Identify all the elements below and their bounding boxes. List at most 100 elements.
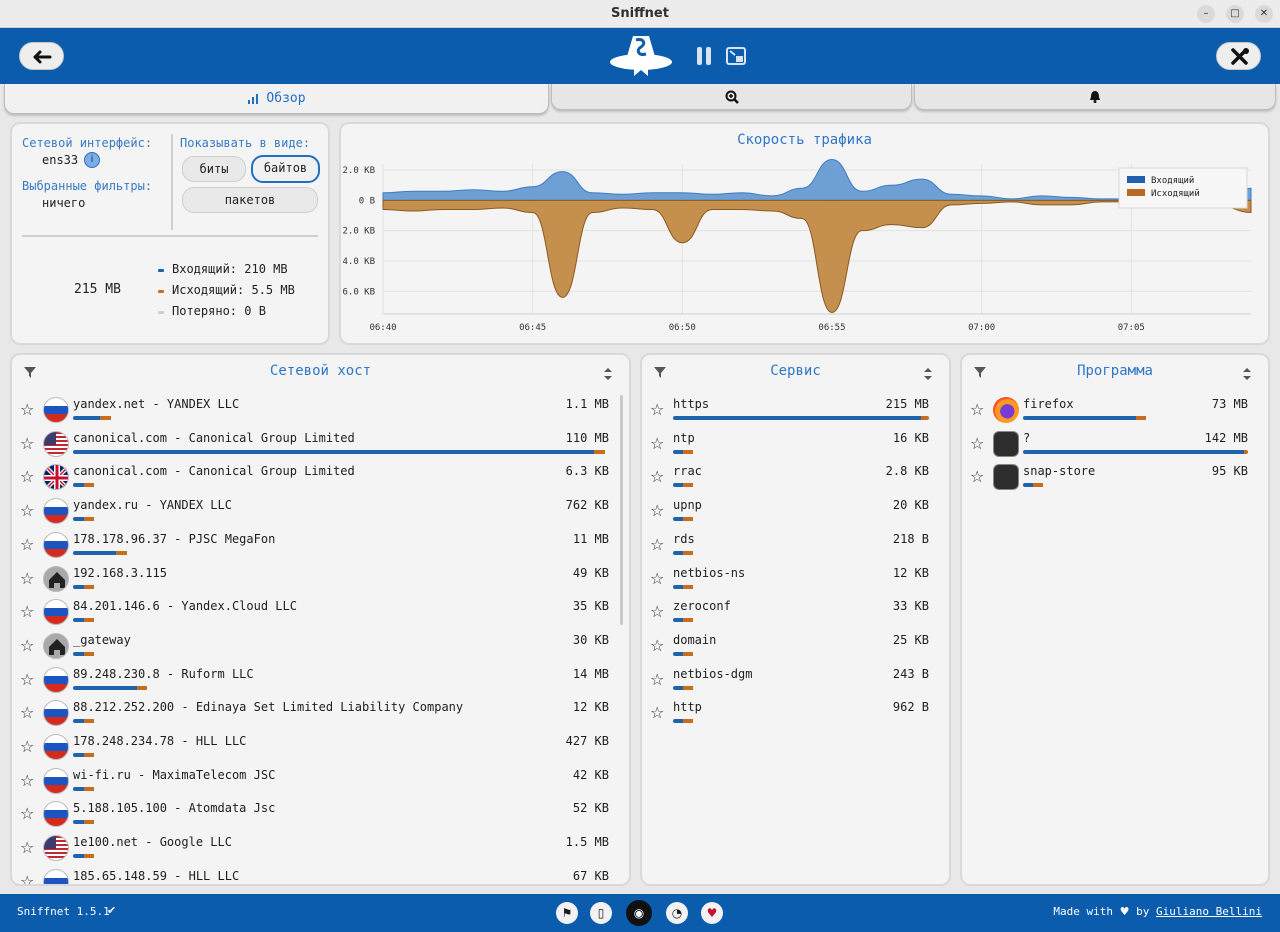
app-row[interactable]: ☆ snap-store 95 KB xyxy=(962,460,1268,493)
info-icon[interactable]: i xyxy=(84,152,100,168)
service-row[interactable]: ☆ rrac 2.8 KB xyxy=(642,460,949,493)
minimize-button[interactable]: – xyxy=(1197,5,1215,23)
host-row[interactable]: ☆ 1e100.net - Google LLC 1.5 MB xyxy=(12,831,629,864)
favorite-star-icon[interactable]: ☆ xyxy=(650,569,664,588)
favorite-star-icon[interactable]: ☆ xyxy=(650,535,664,554)
host-row[interactable]: ☆ 84.201.146.6 - Yandex.Cloud LLC 35 KB xyxy=(12,595,629,628)
favorite-star-icon[interactable]: ☆ xyxy=(20,872,34,884)
service-row[interactable]: ☆ netbios-dgm 243 B xyxy=(642,663,949,696)
rss-icon[interactable]: ◔ xyxy=(666,902,688,924)
maximize-button[interactable]: □ xyxy=(1226,5,1244,23)
sponsor-heart-icon[interactable]: ♥ xyxy=(701,902,723,924)
favorite-star-icon[interactable]: ☆ xyxy=(20,535,34,554)
traffic-bar xyxy=(673,449,929,454)
flag-us-icon xyxy=(43,430,69,457)
incoming-bar xyxy=(1023,449,1244,454)
host-row[interactable]: ☆ _gateway 30 KB xyxy=(12,629,629,662)
favorite-star-icon[interactable]: ☆ xyxy=(650,400,664,419)
favorite-star-icon[interactable]: ☆ xyxy=(20,737,34,756)
service-row-value: 16 KB xyxy=(892,430,929,445)
favorite-star-icon[interactable]: ☆ xyxy=(20,400,34,419)
host-row[interactable]: ☆ wi-fi.ru - MaximaTelecom JSC 42 KB xyxy=(12,764,629,797)
traffic-chart: 2.0 KB 0 B 2.0 KB 4.0 KB 6.0 KB 06:40 06:45 06:… xyxy=(342,158,1252,333)
host-row[interactable]: ☆ 178.248.234.78 - HLL LLC 427 KB xyxy=(12,730,629,763)
outgoing-bar xyxy=(137,685,148,690)
sort-icon[interactable] xyxy=(923,367,933,381)
host-row-value: 14 MB xyxy=(572,666,609,681)
x-tick-label: 06:50 xyxy=(669,323,696,333)
favorite-star-icon[interactable]: ☆ xyxy=(20,804,34,823)
author-link[interactable]: Giuliano Bellini xyxy=(1156,905,1262,918)
interface-label: Сетевой интерфейс: xyxy=(22,136,153,150)
github-icon[interactable]: ◉ xyxy=(626,900,652,926)
host-row[interactable]: ☆ 5.188.105.100 - Atomdata Jsc 52 KB xyxy=(12,797,629,830)
outgoing-bar xyxy=(1243,449,1248,454)
favorite-star-icon[interactable]: ☆ xyxy=(20,434,34,453)
close-button[interactable]: ✕ xyxy=(1255,5,1273,23)
thumbnail-mode-icon[interactable] xyxy=(726,47,746,69)
favorite-star-icon[interactable]: ☆ xyxy=(650,636,664,655)
favorite-star-icon[interactable]: ☆ xyxy=(20,771,34,790)
sort-icon[interactable] xyxy=(603,367,613,381)
host-row[interactable]: ☆ 88.212.252.200 - Edinaya Set Limited Li… xyxy=(12,696,629,729)
outgoing-marker xyxy=(158,290,164,293)
favorite-star-icon[interactable]: ☆ xyxy=(20,467,34,486)
favorite-star-icon[interactable]: ☆ xyxy=(20,636,34,655)
host-row[interactable]: ☆ canonical.com - Canonical Group Limited… xyxy=(12,427,629,460)
tab-overview[interactable]: Обзор xyxy=(4,84,549,114)
favorite-star-icon[interactable]: ☆ xyxy=(20,838,34,857)
service-row[interactable]: ☆ rds 218 B xyxy=(642,528,949,561)
hosts-title: Сетевой хост xyxy=(269,363,372,379)
flag-ru-icon xyxy=(43,531,69,558)
favorite-star-icon[interactable]: ☆ xyxy=(20,569,34,588)
sort-icon[interactable] xyxy=(1242,367,1252,381)
favorite-star-icon[interactable]: ☆ xyxy=(970,434,984,453)
host-row[interactable]: ☆ canonical.com - Canonical Group Limited… xyxy=(12,460,629,493)
favorite-star-icon[interactable]: ☆ xyxy=(970,467,984,486)
favorite-star-icon[interactable]: ☆ xyxy=(20,703,34,722)
service-row[interactable]: ☆ domain 25 KB xyxy=(642,629,949,662)
wiki-icon[interactable]: ⚑ xyxy=(556,902,578,924)
host-row[interactable]: ☆ 178.178.96.37 - PJSC MegaFon 11 MB xyxy=(12,528,629,561)
tab-inspect[interactable] xyxy=(551,84,912,110)
host-row[interactable]: ☆ 185.65.148.59 - HLL LLC 67 KB xyxy=(12,865,629,884)
unit-bits-button[interactable]: биты xyxy=(182,156,246,182)
favorite-star-icon[interactable]: ☆ xyxy=(20,501,34,520)
app-row[interactable]: ☆? 142 MB xyxy=(962,427,1268,460)
favorite-star-icon[interactable]: ☆ xyxy=(650,467,664,486)
favorite-star-icon[interactable]: ☆ xyxy=(20,670,34,689)
host-row[interactable]: ☆ yandex.net - YANDEX LLC 1.1 MB xyxy=(12,393,629,426)
favorite-star-icon[interactable]: ☆ xyxy=(970,400,984,419)
traffic-bar xyxy=(673,685,929,690)
outgoing-bar xyxy=(83,753,95,757)
y-tick-label: 2.0 KB xyxy=(342,166,375,176)
favorite-star-icon[interactable]: ☆ xyxy=(20,602,34,621)
total-traffic: 215 MB xyxy=(74,282,121,297)
service-row[interactable]: ☆ netbios-ns 12 KB xyxy=(642,562,949,595)
book-icon[interactable]: ▯ xyxy=(590,902,612,924)
service-row[interactable]: ☆ zeroconf 33 KB xyxy=(642,595,949,628)
outgoing-bar xyxy=(593,449,605,454)
host-row[interactable]: ☆ 89.248.230.8 - Ruform LLC 14 MB xyxy=(12,663,629,696)
service-row[interactable]: ☆ upnp 20 KB xyxy=(642,494,949,527)
favorite-star-icon[interactable]: ☆ xyxy=(650,602,664,621)
service-row[interactable]: ☆ https 215 MB xyxy=(642,393,949,426)
back-button[interactable] xyxy=(19,42,64,70)
outgoing-bar xyxy=(83,651,95,656)
favorite-star-icon[interactable]: ☆ xyxy=(650,670,664,689)
app-row[interactable]: ☆ firefox 73 MB xyxy=(962,393,1268,426)
pause-icon[interactable] xyxy=(696,46,712,70)
unit-bytes-button[interactable]: байтов xyxy=(251,155,320,183)
service-row[interactable]: ☆ http 962 B xyxy=(642,696,949,729)
host-row[interactable]: ☆ 192.168.3.115 49 KB xyxy=(12,562,629,595)
favorite-star-icon[interactable]: ☆ xyxy=(650,501,664,520)
legend-label: Исходящий xyxy=(1151,189,1200,199)
tab-notifications[interactable] xyxy=(914,84,1276,110)
incoming-bar xyxy=(73,753,84,757)
settings-button[interactable] xyxy=(1216,42,1261,70)
favorite-star-icon[interactable]: ☆ xyxy=(650,703,664,722)
host-row[interactable]: ☆ yandex.ru - YANDEX LLC 762 KB xyxy=(12,494,629,527)
unit-packets-button[interactable]: пакетов xyxy=(182,187,318,213)
service-row[interactable]: ☆ ntp 16 KB xyxy=(642,427,949,460)
favorite-star-icon[interactable]: ☆ xyxy=(650,434,664,453)
